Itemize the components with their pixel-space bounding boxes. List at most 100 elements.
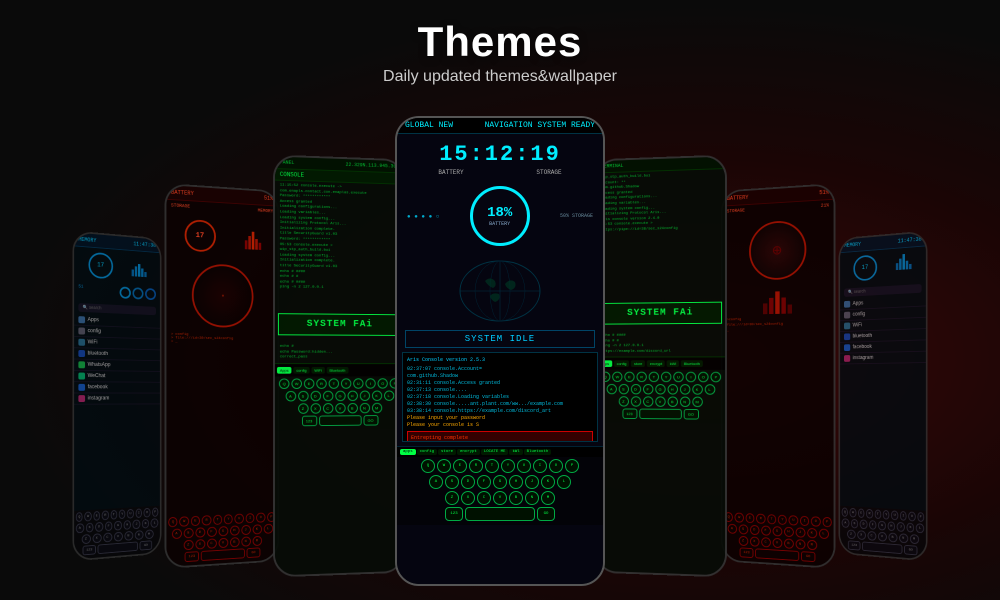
key-v-r[interactable]: V	[218, 538, 228, 548]
key-h[interactable]: H	[123, 520, 131, 530]
key-e-rmr[interactable]: E	[745, 513, 754, 523]
key-s-c[interactable]: S	[445, 475, 459, 489]
key-n[interactable]: N	[134, 530, 143, 540]
key-c-rmr[interactable]: C	[761, 537, 771, 547]
key-w-r[interactable]: W	[180, 516, 189, 527]
key-space-gr[interactable]	[639, 409, 682, 420]
key-s-r[interactable]: S	[183, 528, 193, 539]
key-c-c[interactable]: C	[477, 491, 491, 505]
key-m-c[interactable]: M	[541, 491, 555, 505]
key-a-gr[interactable]: A	[606, 384, 616, 394]
key-l-g[interactable]: L	[384, 390, 394, 400]
key-v-fr[interactable]: V	[878, 532, 887, 542]
key-s-g[interactable]: S	[298, 391, 309, 402]
key-u-gr[interactable]: U	[673, 372, 683, 383]
key-b[interactable]: B	[124, 531, 133, 541]
key-z-g[interactable]: Z	[298, 403, 309, 414]
key-i[interactable]: I	[135, 508, 142, 518]
key-p-gr[interactable]: P	[711, 372, 722, 383]
key-a-r[interactable]: A	[171, 529, 181, 540]
key-123[interactable]: 123	[83, 545, 96, 556]
key-x-r[interactable]: X	[195, 539, 205, 550]
tab-bluetooth-l[interactable]: Bluetooth	[327, 367, 349, 374]
key-u-r[interactable]: U	[235, 514, 244, 524]
key-z-c[interactable]: Z	[445, 491, 459, 505]
key-e-r[interactable]: E	[191, 516, 200, 526]
tab-store-r[interactable]: store	[631, 361, 645, 368]
key-d-g[interactable]: D	[310, 391, 320, 402]
key-f-c[interactable]: F	[477, 475, 491, 489]
key-y-g[interactable]: Y	[341, 378, 351, 388]
key-k[interactable]: K	[142, 519, 150, 529]
tab-kwl-c[interactable]: kWl	[509, 449, 522, 455]
tab-encrypt-c[interactable]: encrypt	[457, 449, 480, 455]
phone-far-left[interactable]: MEMORY 11:47:38 17	[72, 231, 161, 562]
key-i-g[interactable]: I	[365, 378, 375, 388]
key-go[interactable]: GO	[140, 540, 153, 550]
key-m-r[interactable]: M	[252, 536, 261, 546]
key-e-g[interactable]: E	[304, 378, 315, 389]
key-z-r[interactable]: Z	[183, 540, 193, 551]
key-m[interactable]: M	[145, 529, 154, 539]
key-r-rmr[interactable]: R	[756, 514, 765, 524]
key-j-c[interactable]: J	[525, 475, 539, 489]
key-e-gr[interactable]: E	[624, 372, 634, 382]
key-t-g[interactable]: T	[329, 378, 339, 388]
key-f-gr[interactable]: F	[643, 384, 653, 394]
key-v-c[interactable]: V	[493, 491, 507, 505]
phone-mid-left[interactable]: BATTERY 51% STORAGE MEMORY 17	[165, 183, 279, 569]
key-q-fr[interactable]: Q	[842, 507, 849, 517]
key-h-c[interactable]: H	[509, 475, 523, 489]
key-o-fr[interactable]: O	[908, 512, 915, 522]
key-d-rmr[interactable]: D	[750, 525, 760, 535]
tab-bt-c[interactable]: Bluetooth	[524, 449, 552, 455]
key-t-c[interactable]: T	[485, 459, 499, 473]
key-d-r[interactable]: D	[195, 527, 205, 538]
key-space-c[interactable]	[465, 507, 535, 521]
key-b-g[interactable]: B	[347, 403, 357, 414]
key-l[interactable]: L	[151, 518, 158, 528]
key-w-fr[interactable]: W	[850, 508, 857, 518]
key-l-gr[interactable]: L	[704, 385, 715, 396]
key-a-c[interactable]: A	[429, 475, 443, 489]
key-d[interactable]: D	[95, 522, 103, 532]
key-c-fr[interactable]: C	[867, 531, 876, 541]
key-t[interactable]: T	[110, 510, 117, 520]
key-y-gr[interactable]: Y	[661, 372, 671, 382]
key-k-gr[interactable]: K	[692, 385, 703, 396]
key-k-c[interactable]: K	[541, 475, 555, 489]
key-f-g[interactable]: F	[322, 391, 332, 402]
key-p[interactable]: P	[152, 507, 159, 517]
key-r-c[interactable]: R	[469, 459, 483, 473]
key-y[interactable]: Y	[119, 509, 126, 519]
key-t-gr[interactable]: T	[649, 372, 659, 382]
key-o-r[interactable]: O	[256, 513, 265, 523]
key-r[interactable]: R	[102, 510, 109, 520]
key-l-rmr[interactable]: L	[819, 529, 829, 540]
key-p-fr[interactable]: P	[917, 512, 924, 522]
key-123-r[interactable]: 123	[185, 551, 199, 562]
key-a-rmr[interactable]: A	[727, 524, 736, 534]
key-i-gr[interactable]: I	[686, 372, 697, 383]
key-t-fr[interactable]: T	[874, 509, 881, 519]
key-g-r[interactable]: G	[218, 526, 228, 536]
key-r-gr[interactable]: R	[636, 372, 646, 382]
key-z-rmr[interactable]: Z	[738, 536, 747, 546]
key-space-r[interactable]	[201, 548, 245, 561]
key-go-g[interactable]: GO	[363, 415, 378, 426]
key-f-r[interactable]: F	[207, 527, 217, 537]
key-n-fr[interactable]: N	[899, 533, 908, 543]
key-s[interactable]: S	[86, 523, 94, 533]
key-a[interactable]: A	[76, 523, 84, 533]
key-x-c[interactable]: X	[461, 491, 475, 505]
key-o-c[interactable]: O	[549, 459, 563, 473]
key-i-c[interactable]: I	[533, 459, 547, 473]
key-n-rmr[interactable]: N	[795, 539, 805, 550]
key-r-fr[interactable]: R	[866, 509, 873, 519]
key-g-g[interactable]: G	[335, 390, 345, 401]
key-x-fr[interactable]: X	[857, 530, 866, 540]
key-space-rmr[interactable]	[755, 548, 799, 561]
key-e-c[interactable]: E	[453, 459, 467, 473]
key-c[interactable]: C	[103, 532, 112, 542]
key-y-rmr[interactable]: Y	[778, 515, 787, 525]
